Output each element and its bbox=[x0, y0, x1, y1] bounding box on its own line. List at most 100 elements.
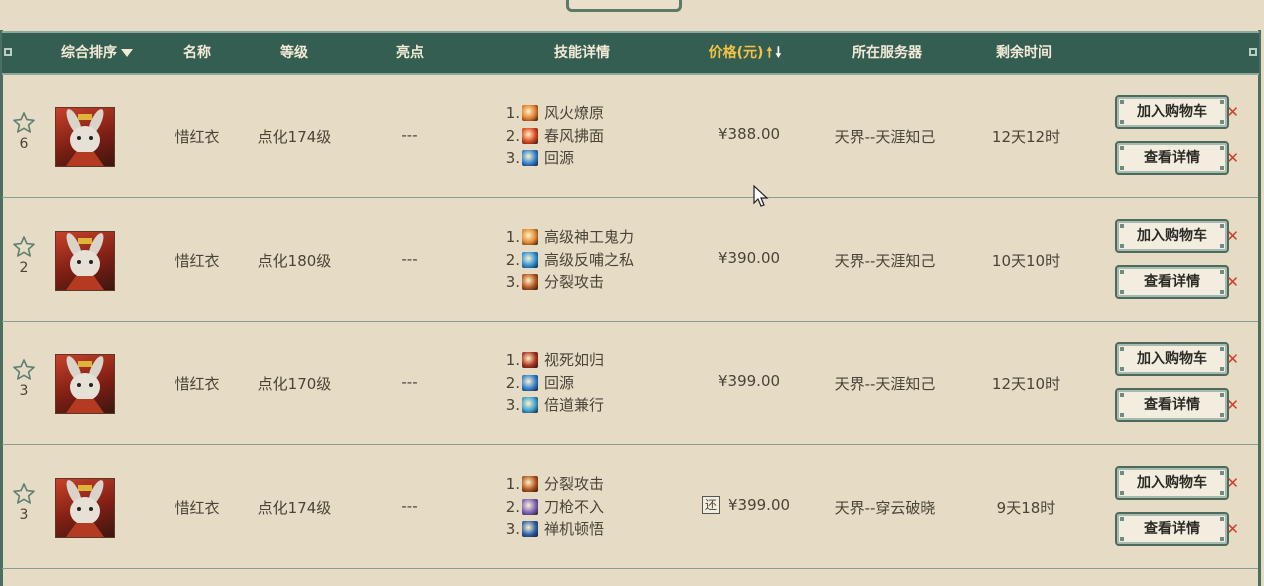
skill-name: 刀枪不入 bbox=[544, 497, 605, 516]
add-to-cart-button[interactable]: 加入购物车 ✕ bbox=[1115, 219, 1239, 253]
star-icon bbox=[13, 112, 35, 133]
price-sort[interactable]: 价格(元) 🠕 🠗 bbox=[690, 33, 800, 73]
pet-name[interactable]: 惜红衣 bbox=[162, 126, 232, 147]
price-value: ¥399.00 bbox=[718, 372, 781, 390]
shield-skill-icon bbox=[522, 498, 538, 515]
skill-number: 3. bbox=[505, 396, 520, 415]
skill-number: 3. bbox=[505, 520, 520, 539]
button-corner-dot bbox=[1120, 347, 1124, 351]
pet-avatar[interactable] bbox=[55, 107, 115, 167]
price-cell: ¥390.00 bbox=[718, 249, 780, 267]
orb-skill-icon bbox=[522, 150, 538, 167]
view-details-button[interactable]: 查看详情 ✕ bbox=[1115, 512, 1239, 546]
skill-name: 高级神工鬼力 bbox=[544, 228, 635, 247]
button-corner-dot bbox=[1220, 270, 1224, 274]
view-details-button[interactable]: 查看详情 ✕ bbox=[1115, 141, 1239, 175]
view-details-label: 查看详情 bbox=[1144, 521, 1200, 537]
skill-name: 视死如归 bbox=[544, 351, 605, 370]
view-details-button[interactable]: 查看详情 ✕ bbox=[1115, 265, 1239, 299]
button-corner-dot bbox=[1120, 491, 1124, 495]
skill-name: 禅机顿悟 bbox=[544, 520, 605, 539]
table-row: 3 惜红衣 点化170级 --- 1. 视死如归 2. 回源 3. 倍道兼行 ¥… bbox=[2, 322, 1258, 445]
button-corner-dot bbox=[1120, 166, 1124, 170]
pet-avatar[interactable] bbox=[55, 231, 115, 291]
star-icon bbox=[13, 483, 35, 504]
header-level: 等级 bbox=[280, 45, 308, 61]
header-remaining: 剩余时间 bbox=[996, 45, 1052, 61]
rabbit-character-icon bbox=[66, 356, 104, 413]
favorite-button[interactable]: 6 bbox=[10, 111, 38, 152]
split-attack-skill-icon bbox=[522, 476, 538, 493]
star-icon bbox=[13, 359, 35, 380]
return-badge: 还 bbox=[702, 496, 720, 514]
skill-item: 2. 刀枪不入 bbox=[502, 496, 604, 519]
skill-item: 3. 分裂攻击 bbox=[502, 271, 634, 294]
pet-name[interactable]: 惜红衣 bbox=[162, 250, 232, 271]
favorite-button[interactable]: 2 bbox=[10, 235, 38, 276]
button-corner-dot bbox=[1220, 244, 1224, 248]
orb-skill-icon bbox=[522, 374, 538, 391]
skill-name: 回源 bbox=[544, 373, 575, 392]
skill-item: 1. 风火燎原 bbox=[502, 102, 604, 125]
pet-name[interactable]: 惜红衣 bbox=[162, 373, 232, 394]
sort-dropdown[interactable]: 综合排序 bbox=[47, 33, 147, 73]
skill-list: 1. 高级神工鬼力 2. 高级反哺之私 3. 分裂攻击 bbox=[502, 226, 634, 294]
skill-list: 1. 风火燎原 2. 春风拂面 3. 回源 bbox=[502, 102, 604, 170]
pet-avatar[interactable] bbox=[55, 478, 115, 538]
arrow-down-icon[interactable]: 🠗 bbox=[775, 33, 781, 73]
skill-number: 1. bbox=[505, 351, 520, 370]
add-to-cart-label: 加入购物车 bbox=[1137, 475, 1207, 491]
add-to-cart-button[interactable]: 加入购物车 ✕ bbox=[1115, 95, 1239, 129]
price-value: ¥399.00 bbox=[728, 496, 791, 514]
skill-number: 3. bbox=[505, 149, 520, 168]
button-corner-dot bbox=[1220, 537, 1224, 541]
server-name: 天界--天涯知己 bbox=[834, 375, 936, 393]
header-name: 名称 bbox=[183, 45, 211, 61]
add-to-cart-button[interactable]: 加入购物车 ✕ bbox=[1115, 466, 1239, 500]
flame-skill-icon bbox=[522, 127, 538, 144]
view-details-button[interactable]: 查看详情 ✕ bbox=[1115, 388, 1239, 422]
button-corner-dot bbox=[1120, 413, 1124, 417]
red-tassel-icon: ✕ bbox=[1226, 227, 1239, 245]
button-corner-dot bbox=[1220, 491, 1224, 495]
arrow-up-icon[interactable]: 🠕 bbox=[766, 33, 772, 73]
add-to-cart-button[interactable]: 加入购物车 ✕ bbox=[1115, 342, 1239, 376]
frame-right-border bbox=[1258, 30, 1261, 586]
header-highlight: 亮点 bbox=[396, 45, 424, 61]
header-corner-left bbox=[4, 48, 12, 56]
button-corner-dot bbox=[1120, 393, 1124, 397]
skill-name: 回源 bbox=[544, 149, 575, 168]
skill-item: 1. 视死如归 bbox=[502, 349, 604, 372]
favorite-button[interactable]: 3 bbox=[10, 358, 38, 399]
speed-skill-icon bbox=[522, 397, 538, 414]
skill-number: 1. bbox=[505, 104, 520, 123]
meditation-skill-icon bbox=[522, 521, 538, 538]
server-name: 天界--穿云破晓 bbox=[834, 499, 936, 517]
fire-wind-skill-icon bbox=[522, 105, 538, 122]
pet-highlight: --- bbox=[401, 373, 418, 391]
button-corner-dot bbox=[1220, 347, 1224, 351]
view-details-label: 查看详情 bbox=[1144, 397, 1200, 413]
skill-number: 2. bbox=[505, 497, 520, 516]
favorite-count: 2 bbox=[19, 260, 29, 276]
pet-level: 点化170级 bbox=[257, 375, 332, 393]
skill-item: 3. 回源 bbox=[502, 147, 604, 170]
button-corner-dot bbox=[1220, 166, 1224, 170]
favorite-button[interactable]: 3 bbox=[10, 482, 38, 523]
skill-number: 2. bbox=[505, 373, 520, 392]
table-row: 6 惜红衣 点化174级 --- 1. 风火燎原 2. 春风拂面 3. 回源 ¥… bbox=[2, 75, 1258, 198]
water-skill-icon bbox=[522, 251, 538, 268]
button-corner-dot bbox=[1120, 146, 1124, 150]
button-corner-dot bbox=[1120, 290, 1124, 294]
pet-name[interactable]: 惜红衣 bbox=[162, 497, 232, 518]
skull-skill-icon bbox=[522, 352, 538, 369]
pet-avatar[interactable] bbox=[55, 354, 115, 414]
button-corner-dot bbox=[1220, 290, 1224, 294]
skill-name: 分裂攻击 bbox=[544, 475, 605, 494]
price-value: ¥388.00 bbox=[718, 125, 781, 143]
button-corner-dot bbox=[1220, 120, 1224, 124]
button-corner-dot bbox=[1120, 120, 1124, 124]
button-corner-dot bbox=[1220, 224, 1224, 228]
remaining-time: 12天10时 bbox=[991, 375, 1061, 393]
skill-name: 倍道兼行 bbox=[544, 396, 605, 415]
